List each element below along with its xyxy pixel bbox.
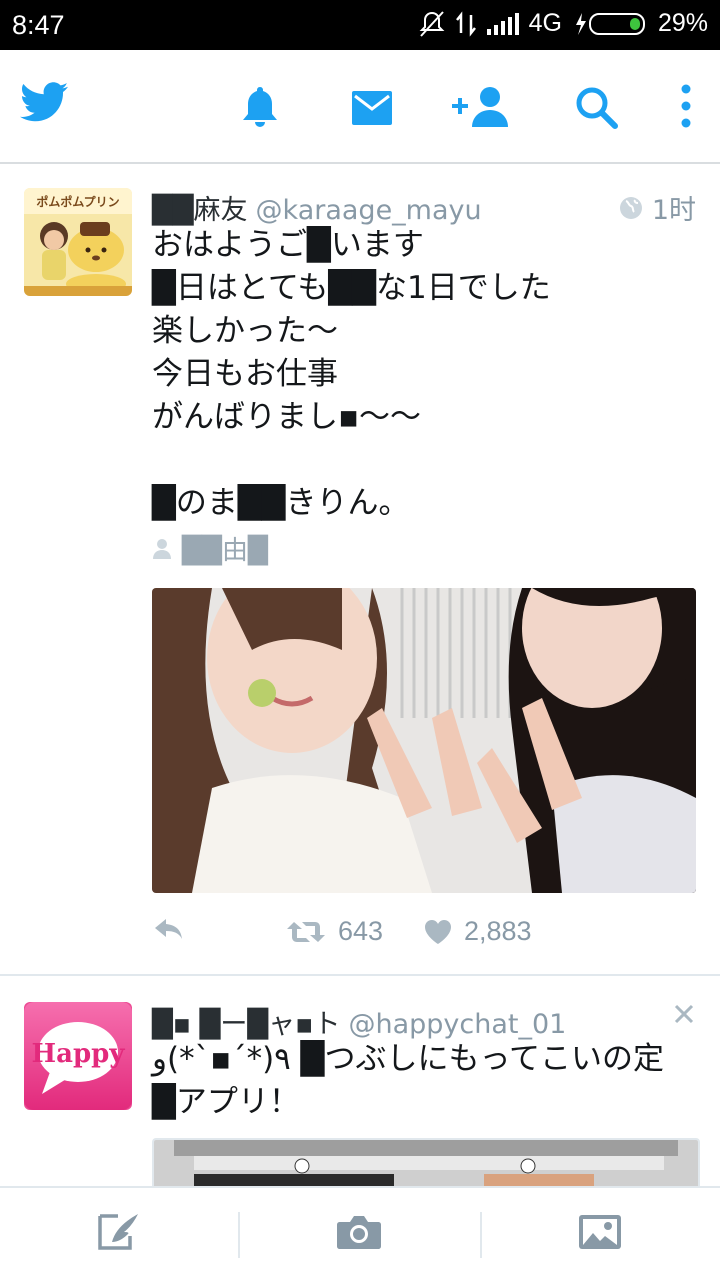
retweet-count: 643	[338, 916, 384, 946]
reply-button[interactable]	[152, 916, 196, 942]
photo-image	[152, 588, 696, 893]
tweet-text-line: 楽しかった〜	[152, 313, 338, 349]
messages-envelope-icon[interactable]	[351, 90, 393, 126]
tweet-text-line: █日はとても██な1日でした	[152, 270, 551, 306]
author-handle[interactable]: @karaage_mayu	[256, 195, 482, 226]
twitter-bird-icon[interactable]	[20, 82, 68, 122]
photo-image	[154, 1140, 698, 1186]
gallery-icon[interactable]	[578, 1214, 622, 1250]
tweet-photo[interactable]	[152, 588, 696, 893]
add-user-icon[interactable]	[450, 86, 510, 128]
location-label: ██由█	[182, 536, 268, 566]
person-icon	[153, 538, 171, 559]
status-time: 8:47	[12, 10, 65, 40]
overflow-menu-icon[interactable]	[680, 84, 692, 128]
network-type: 4G	[528, 9, 562, 37]
happy-app-logo: Happy	[24, 1002, 132, 1110]
reply-icon	[155, 919, 182, 939]
tweet-text-line: █アプリ！	[152, 1084, 300, 1120]
author-name[interactable]: █▪ █ー█ャ▪ト	[152, 1009, 340, 1040]
author-handle[interactable]: @happychat_01	[348, 1009, 566, 1040]
tweet-timestamp: 1时	[618, 188, 696, 227]
tweet-header: █▪ █ー█ャ▪ト @happychat_01	[152, 1002, 566, 1041]
tweet-actions: 643 2,883	[152, 916, 696, 956]
muted-bell-icon	[419, 10, 445, 37]
tweet-card[interactable]: ポムポムプリン ██麻友 @karaage_mayu 1时 おはようご█います █…	[0, 164, 720, 974]
retweet-icon	[287, 921, 325, 942]
tweet-header: ██麻友 @karaage_mayu	[152, 188, 482, 227]
battery-percent: 29%	[657, 9, 708, 37]
bottom-action-bar	[0, 1186, 720, 1282]
like-button[interactable]: 2,883	[424, 916, 532, 947]
tweet-location[interactable]: ██由█	[152, 530, 268, 567]
close-icon[interactable]	[674, 1004, 694, 1024]
notifications-bell-icon[interactable]	[240, 85, 280, 129]
tweet-text-line	[152, 439, 551, 482]
search-icon[interactable]	[575, 86, 619, 130]
status-icons: 4G 29%	[419, 9, 708, 38]
retweet-button[interactable]: 643	[286, 916, 383, 947]
heart-icon	[425, 919, 451, 944]
pompompurin-avatar-image: ポムポムプリン	[24, 188, 132, 296]
svg-text:ポムポムプリン: ポムポムプリン	[36, 194, 119, 209]
tweet-time: 1时	[651, 195, 696, 226]
tweet-text-line: がんばりまし▪〜〜	[152, 399, 422, 435]
tweet-text-line: █のま██きりん。	[152, 485, 410, 521]
tweet-photo[interactable]	[152, 1138, 700, 1186]
avatar[interactable]: ポムポムプリン	[24, 188, 132, 296]
globe-icon	[619, 196, 642, 219]
tweet-text-line: おはようご█います	[152, 227, 424, 263]
status-bar: 8:47 4G 29%	[0, 0, 720, 50]
camera-icon[interactable]	[336, 1214, 382, 1250]
happy-logo-text: Happy	[32, 1039, 126, 1069]
toolbar-separator	[238, 1212, 240, 1258]
avatar[interactable]: Happy	[24, 1002, 132, 1110]
author-name[interactable]: ██麻友	[152, 195, 248, 226]
tweet-card[interactable]: Happy █▪ █ー█ャ▪ト @happychat_01 ٩(*´▪`*)و █…	[0, 976, 720, 1186]
signal-icon	[486, 12, 519, 35]
tweet-text: ٩(*´▪`*)و █つぶしにもってこいの定 █アプリ！	[152, 1038, 664, 1124]
tweet-text: おはようご█います █日はとても██な1日でした 楽しかった〜 今日もお仕事 が…	[152, 224, 551, 525]
tweet-text-line: ٩(*´▪`*)و █つぶしにもってこいの定	[152, 1041, 664, 1077]
compose-tweet-icon[interactable]	[98, 1212, 142, 1252]
data-transfer-icon	[455, 10, 476, 37]
toolbar-separator	[480, 1212, 482, 1258]
battery-icon	[575, 12, 645, 35]
like-count: 2,883	[464, 916, 532, 946]
tweet-text-line: 今日もお仕事	[152, 356, 338, 392]
top-nav-bar	[0, 50, 720, 164]
